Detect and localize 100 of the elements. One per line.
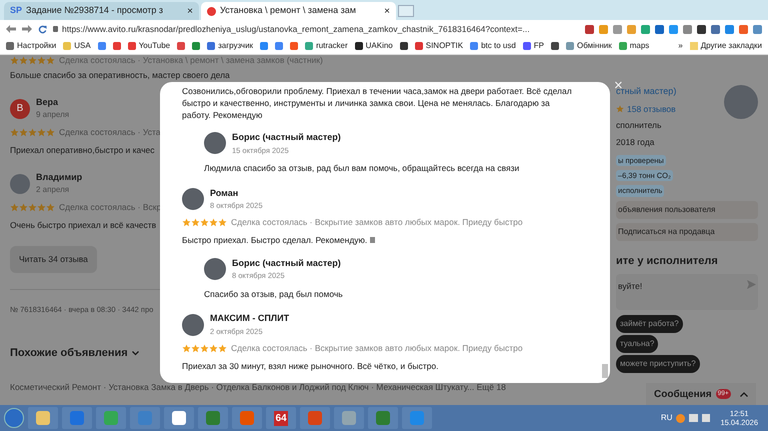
tray-icon[interactable] xyxy=(676,414,686,422)
bookmark[interactable]: загрузчик xyxy=(218,40,254,52)
review-text: Быстро приехал. Быстро сделал. Рекомендую. xyxy=(182,234,368,247)
reviewer-name: Вера xyxy=(36,96,60,109)
star-icon xyxy=(182,218,191,228)
star-icon xyxy=(28,56,37,64)
replier-name: Борис (частный мастер) xyxy=(232,256,341,270)
reviewer-name: Роман xyxy=(210,186,240,200)
question-chip[interactable]: туальна? xyxy=(616,335,658,353)
star-icon xyxy=(37,128,46,138)
bookmark[interactable]: Настройки xyxy=(17,40,56,52)
chevron-down-icon[interactable] xyxy=(132,350,139,356)
taskbar-app-icon[interactable] xyxy=(164,407,194,429)
star-icon xyxy=(37,203,46,212)
seller-since: 2018 года xyxy=(616,136,656,149)
more-bookmarks[interactable]: » xyxy=(678,40,683,52)
star-icon xyxy=(218,344,227,353)
reload-icon[interactable] xyxy=(38,24,47,34)
star-icon xyxy=(28,203,37,212)
scrollbar-thumb[interactable] xyxy=(602,364,608,378)
bookmark[interactable]: Обмінник xyxy=(577,40,612,52)
avatar xyxy=(10,174,30,194)
back-icon[interactable] xyxy=(6,25,16,33)
bookmark[interactable]: YouTube xyxy=(138,40,170,52)
address-field[interactable]: https://www.avito.ru/krasnodar/predlozheniya_uslug/ustanovka_remont_zamena_zamkov_chastnik_7618316464?context=... xyxy=(53,22,579,36)
close-icon[interactable]: × xyxy=(384,4,390,18)
star-icon xyxy=(209,218,218,228)
browser-tab[interactable]: Установка \ ремонт \ замена зам × xyxy=(201,2,396,20)
star-icon xyxy=(46,203,55,212)
review-text: Очень быстро приехал и всё качеств xyxy=(10,219,156,232)
replier-name: Борис (частный мастер) xyxy=(232,131,341,144)
question-chip[interactable]: можете приступить? xyxy=(616,355,700,373)
star-icon xyxy=(218,218,227,228)
messages-label: Сообщения xyxy=(654,388,712,402)
review-text: Приехал оперативно,быстро и качес xyxy=(10,144,154,157)
bookmark[interactable]: btc to usd xyxy=(481,40,516,52)
deal-info: Сделка состоялась · Уста xyxy=(59,126,160,139)
review-date: 2 апреля xyxy=(36,184,70,196)
star-icon xyxy=(19,203,28,212)
forward-icon[interactable] xyxy=(22,25,32,33)
reviewer-name: Владимир xyxy=(36,170,82,184)
reply-text: Людмила спасибо за отзыв, рад был вам помочь, обращайтесь всегда на связи xyxy=(204,162,520,174)
star-icon xyxy=(28,128,37,138)
bookmark[interactable]: Другие закладки xyxy=(700,40,762,52)
bookmark[interactable]: UAKino xyxy=(366,40,393,52)
star-icon xyxy=(10,128,19,138)
browser-tab[interactable]: SP Задание №2938714 - просмотр з × xyxy=(4,2,199,20)
site-logo: SP xyxy=(10,4,22,18)
similar-links: Косметический Ремонт · Установка Замка в Дверь · Отделка Балконов и Лоджий под Ключ · Механическая Штукату... Ещё 18 xyxy=(10,381,507,394)
avatar xyxy=(182,188,204,210)
bookmark-icon[interactable] xyxy=(354,42,363,50)
bookmark[interactable]: maps xyxy=(630,40,650,52)
reviewer-name: МАКСИМ - СПЛИТ xyxy=(210,312,290,326)
read-reviews-button[interactable]: Читать 34 отзыва xyxy=(10,246,97,272)
chevron-up-icon[interactable] xyxy=(740,392,748,396)
seller-action-button[interactable]: Подписаться на продавца xyxy=(616,222,758,240)
review-text: Приехал за 30 минут, взял ниже рыночного. Всё чётко, и быстро. xyxy=(182,360,438,372)
star-icon xyxy=(209,344,218,353)
bookmark[interactable]: rutracker xyxy=(316,40,348,52)
new-tab-button[interactable] xyxy=(398,5,414,17)
avatar xyxy=(204,258,226,280)
section-heading: ите у исполнителя xyxy=(616,254,719,268)
review-text: Созвонились,обговорили проблему. Приехал в течении часа,замок на двери работает. Всё сделал быстро и качественно, инструменты и личинка замка свои. Цена не менялась. Благодарю за работу. Рекомендую xyxy=(182,85,572,121)
deal-info: Сделка состоялась · Вскрытие замков авто любых марок. Приеду быстро xyxy=(231,342,523,355)
star-icon xyxy=(200,218,209,228)
bookmark[interactable]: SINOPTIK xyxy=(426,40,464,52)
star-icon xyxy=(46,56,55,64)
star-icon xyxy=(19,128,28,138)
star-icon xyxy=(37,56,46,64)
tab-title: Установка \ ремонт \ замена зам xyxy=(220,4,357,18)
star-icon xyxy=(191,344,200,353)
avatar xyxy=(204,132,226,154)
deal-info: Сделка состоялась · Установка \ ремонт \ замена замков (частник) xyxy=(59,55,323,65)
star-icon xyxy=(19,56,28,64)
avatar xyxy=(182,314,204,336)
taskbar-app-icon[interactable] xyxy=(28,407,58,429)
close-icon[interactable]: × xyxy=(187,4,193,18)
review-text: Больше спасибо за оперативность, мастер своего дела xyxy=(10,69,231,82)
seller-action-button[interactable]: объявления пользователя xyxy=(616,200,758,218)
question-chip[interactable]: займёт работа? xyxy=(616,315,683,333)
avatar xyxy=(724,85,758,119)
start-button[interactable] xyxy=(4,408,24,428)
star-icon xyxy=(191,218,200,228)
tab-title: Задание №2938714 - просмотр з xyxy=(26,4,164,18)
reply-text: Спасибо за отзыв, рад был помочь xyxy=(204,288,344,300)
star-icon xyxy=(46,128,55,138)
seller-role: сполнитель xyxy=(616,119,662,132)
language-indicator[interactable]: RU xyxy=(660,412,672,424)
avatar: В xyxy=(10,98,30,118)
bookmark[interactable]: USA xyxy=(74,40,91,52)
deal-info: Сделка состоялась · Вскрытие замков авто любых марок. Приеду быстро xyxy=(231,216,523,229)
bookmark[interactable]: FP xyxy=(534,40,544,52)
taskbar-app-icon[interactable]: 64 xyxy=(266,407,296,429)
site-icon xyxy=(207,6,216,16)
star-icon xyxy=(200,344,209,353)
message-field[interactable]: вуйте! xyxy=(616,274,758,310)
review-date: 9 апреля xyxy=(36,109,70,122)
section-heading: Похожие объявления xyxy=(10,346,128,361)
star-icon xyxy=(10,203,19,212)
star-icon xyxy=(10,56,19,64)
